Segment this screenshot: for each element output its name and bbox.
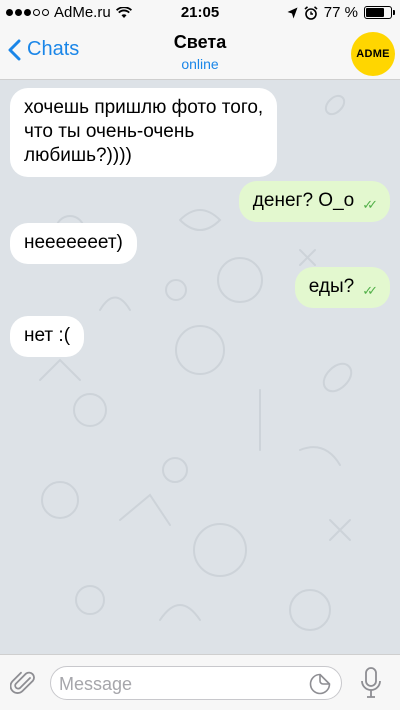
battery-icon: [364, 6, 395, 19]
message-text: нет :(: [24, 325, 71, 346]
contact-name[interactable]: Света: [0, 32, 400, 53]
message-bubble-incoming[interactable]: хочешь пришлю фото того, что ты очень-оч…: [10, 88, 278, 177]
message-list[interactable]: хочешь пришлю фото того, что ты очень-оч…: [0, 80, 400, 654]
read-checkmarks-icon: ✓✓: [362, 283, 378, 298]
battery-percent: 77 %: [323, 4, 358, 21]
message-text: денег? O_o: [252, 190, 355, 211]
location-arrow-icon: [287, 7, 298, 18]
alarm-icon: [304, 5, 318, 20]
battery-level: [366, 8, 385, 17]
avatar[interactable]: ADME: [351, 32, 395, 76]
microphone-icon[interactable]: [360, 667, 382, 699]
sticker-icon[interactable]: [309, 673, 331, 695]
chat-header: Chats Света online ADME: [0, 26, 400, 80]
message-input-bar: [0, 654, 400, 710]
read-checkmarks-icon: ✓✓: [362, 197, 378, 212]
message-bubble-outgoing[interactable]: еды? ✓✓: [294, 267, 390, 308]
message-input[interactable]: [59, 673, 289, 695]
paperclip-icon[interactable]: [10, 669, 38, 697]
status-right: 77 %: [287, 4, 395, 21]
message-text: нееееееет): [24, 232, 123, 253]
message-text: хочешь пришлю фото того, что ты очень-оч…: [24, 97, 264, 166]
message-bubble-outgoing[interactable]: денег? O_o ✓✓: [238, 181, 390, 222]
contact-status: online: [181, 56, 219, 72]
message-field[interactable]: [50, 666, 342, 700]
status-bar: AdMe.ru 21:05 77 %: [0, 0, 400, 26]
message-bubble-incoming[interactable]: нееееееет): [10, 223, 137, 264]
message-bubble-incoming[interactable]: нет :(: [10, 316, 85, 357]
message-text: еды?: [308, 276, 355, 297]
